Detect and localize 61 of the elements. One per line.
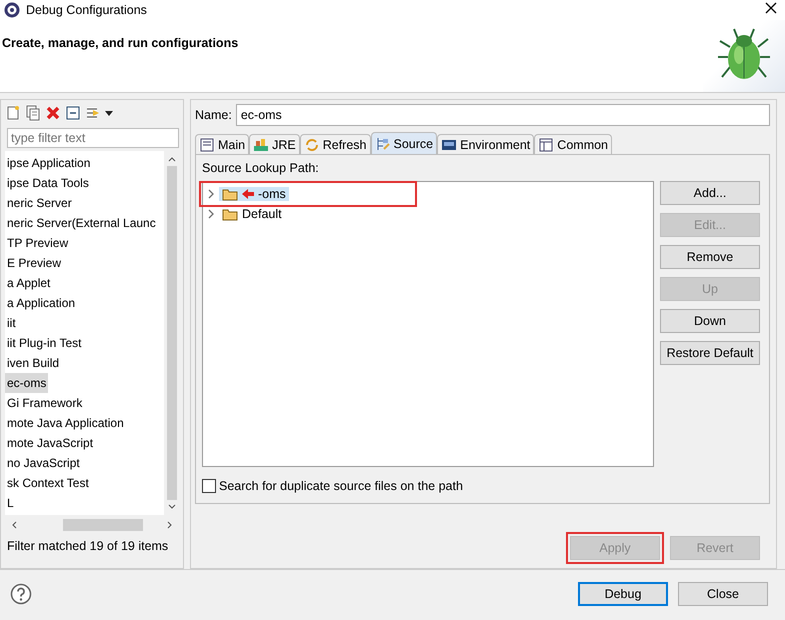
tab-icon bbox=[374, 136, 390, 152]
dialog-heading: Create, manage, and run configurations bbox=[1, 35, 240, 52]
tree-item[interactable]: Default bbox=[219, 207, 285, 221]
name-field[interactable]: ec-oms bbox=[236, 104, 770, 126]
config-item[interactable]: iit Plug-in Test bbox=[5, 333, 84, 353]
config-item[interactable]: Gi Framework bbox=[5, 393, 84, 413]
scroll-right-icon[interactable] bbox=[167, 521, 173, 529]
collapse-icon[interactable] bbox=[65, 105, 81, 121]
checkbox[interactable] bbox=[202, 479, 216, 493]
arrow-icon bbox=[242, 188, 254, 200]
chevron-icon[interactable] bbox=[207, 209, 215, 219]
config-item[interactable]: no JavaScript bbox=[5, 453, 82, 473]
name-label: Name: bbox=[195, 108, 232, 122]
tab[interactable]: Common bbox=[534, 134, 612, 154]
action-button[interactable]: Down bbox=[660, 309, 760, 333]
scroll-up-icon[interactable] bbox=[168, 156, 176, 162]
dialog-button[interactable]: Close bbox=[678, 582, 768, 606]
folder-icon bbox=[222, 187, 238, 201]
vertical-scrollbar[interactable] bbox=[164, 151, 179, 515]
tab-icon bbox=[304, 136, 320, 152]
action-button[interactable]: Remove bbox=[660, 245, 760, 269]
copy-icon[interactable] bbox=[25, 105, 41, 121]
filter-status: Filter matched 19 of 19 items bbox=[6, 538, 170, 555]
scroll-down-icon[interactable] bbox=[168, 504, 176, 510]
chevron-icon[interactable] bbox=[207, 189, 215, 199]
tab-icon bbox=[538, 136, 554, 152]
config-item[interactable]: a Application bbox=[5, 293, 78, 313]
config-item[interactable]: TP Preview bbox=[5, 233, 70, 253]
config-item[interactable]: iven Build bbox=[5, 353, 62, 373]
folder-icon bbox=[222, 207, 238, 221]
config-item[interactable]: ec-oms bbox=[5, 373, 48, 393]
config-item[interactable]: E Preview bbox=[5, 253, 64, 273]
tab-icon bbox=[253, 136, 270, 152]
checkbox-label: Search for duplicate source files on the path bbox=[219, 479, 463, 493]
tab-icon bbox=[199, 136, 215, 152]
config-item[interactable]: a Applet bbox=[5, 273, 52, 293]
tab[interactable]: Refresh bbox=[300, 134, 370, 154]
delete-icon[interactable] bbox=[45, 105, 61, 121]
config-item[interactable]: neric Server bbox=[5, 193, 74, 213]
config-item[interactable]: ipse Application bbox=[5, 153, 92, 173]
tree-item[interactable]: -oms bbox=[219, 187, 289, 201]
config-item[interactable]: iit bbox=[5, 313, 18, 333]
tab[interactable]: Source bbox=[370, 132, 438, 154]
section-label: Source Lookup Path: bbox=[202, 161, 320, 175]
config-item[interactable]: L bbox=[5, 493, 16, 513]
window-title: Debug Configurations bbox=[26, 3, 147, 17]
config-item[interactable]: neric Server(External Launc bbox=[5, 213, 158, 233]
new-file-icon[interactable] bbox=[5, 105, 21, 121]
tab[interactable]: JRE bbox=[249, 134, 300, 154]
config-item[interactable]: sk Context Test bbox=[5, 473, 91, 493]
tab[interactable]: Environment bbox=[437, 134, 534, 154]
action-button[interactable]: Add... bbox=[660, 181, 760, 205]
config-item[interactable]: ipse Data Tools bbox=[5, 173, 91, 193]
help-icon[interactable] bbox=[10, 583, 32, 605]
config-item[interactable]: mote Java Application bbox=[5, 413, 126, 433]
tab[interactable]: Main bbox=[195, 134, 250, 154]
filter-field[interactable]: type filter text bbox=[7, 128, 179, 148]
action-button[interactable]: Restore Default bbox=[660, 341, 760, 365]
config-item[interactable]: mote JavaScript bbox=[5, 433, 96, 453]
dialog-button[interactable]: Debug bbox=[578, 582, 668, 606]
scroll-left-icon[interactable] bbox=[11, 521, 17, 529]
